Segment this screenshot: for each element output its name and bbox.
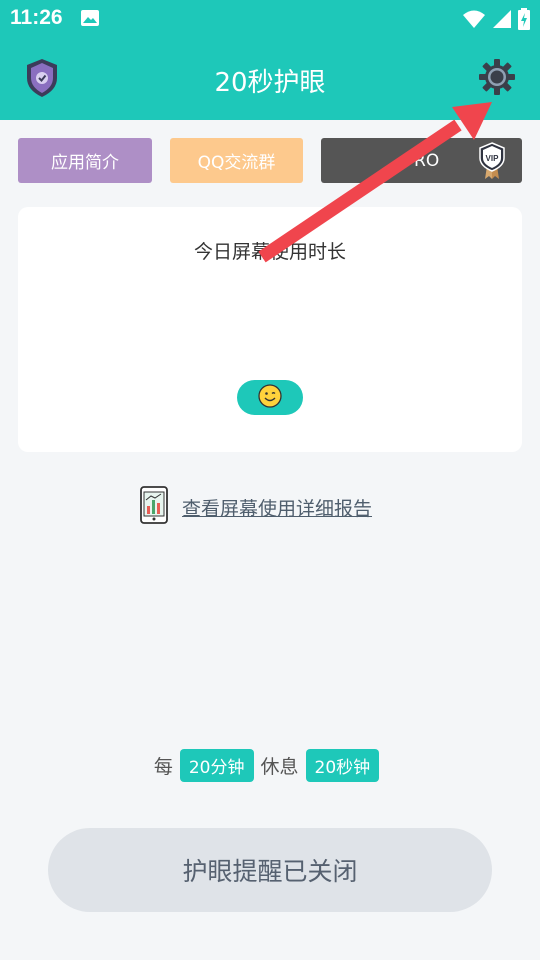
report-link-text[interactable]: 查看屏幕使用详细报告 (182, 494, 372, 521)
reminder-toggle-button[interactable]: 护眼提醒已关闭 (48, 828, 492, 912)
pro-label: PRO (403, 150, 440, 171)
report-icon (140, 486, 168, 528)
smile-pill[interactable] (237, 380, 303, 415)
app-title: 20秒护眼 (214, 68, 326, 98)
app-intro-button[interactable]: 应用简介 (18, 138, 152, 183)
interval-row: 每 20分钟 休息 20秒钟 (0, 749, 540, 782)
vip-text: VIP (486, 154, 500, 163)
rest-label: 休息 (260, 756, 299, 778)
every-label: 每 (153, 756, 173, 778)
card-title: 今日屏幕使用时长 (193, 241, 346, 263)
rest-duration-chip[interactable]: 20秒钟 (305, 749, 380, 782)
smile-icon (258, 383, 282, 412)
screen-time-card: 今日屏幕使用时长 (18, 207, 522, 452)
work-duration-chip[interactable]: 20分钟 (179, 749, 254, 782)
vip-badge-icon: VIP (478, 142, 506, 185)
signal-icon (492, 9, 512, 33)
status-time: 11:26 (10, 6, 63, 29)
battery-icon (518, 8, 530, 34)
app-bar: 20秒护眼 (0, 38, 540, 120)
gear-icon[interactable] (478, 58, 516, 100)
wifi-icon (462, 9, 486, 33)
image-icon (80, 9, 100, 31)
status-icons (462, 8, 530, 34)
report-link[interactable]: 查看屏幕使用详细报告 (140, 486, 372, 528)
pro-button[interactable]: PRO VIP (321, 138, 522, 183)
status-bar: 11:26 (0, 0, 540, 38)
qq-group-button[interactable]: QQ交流群 (170, 138, 303, 183)
